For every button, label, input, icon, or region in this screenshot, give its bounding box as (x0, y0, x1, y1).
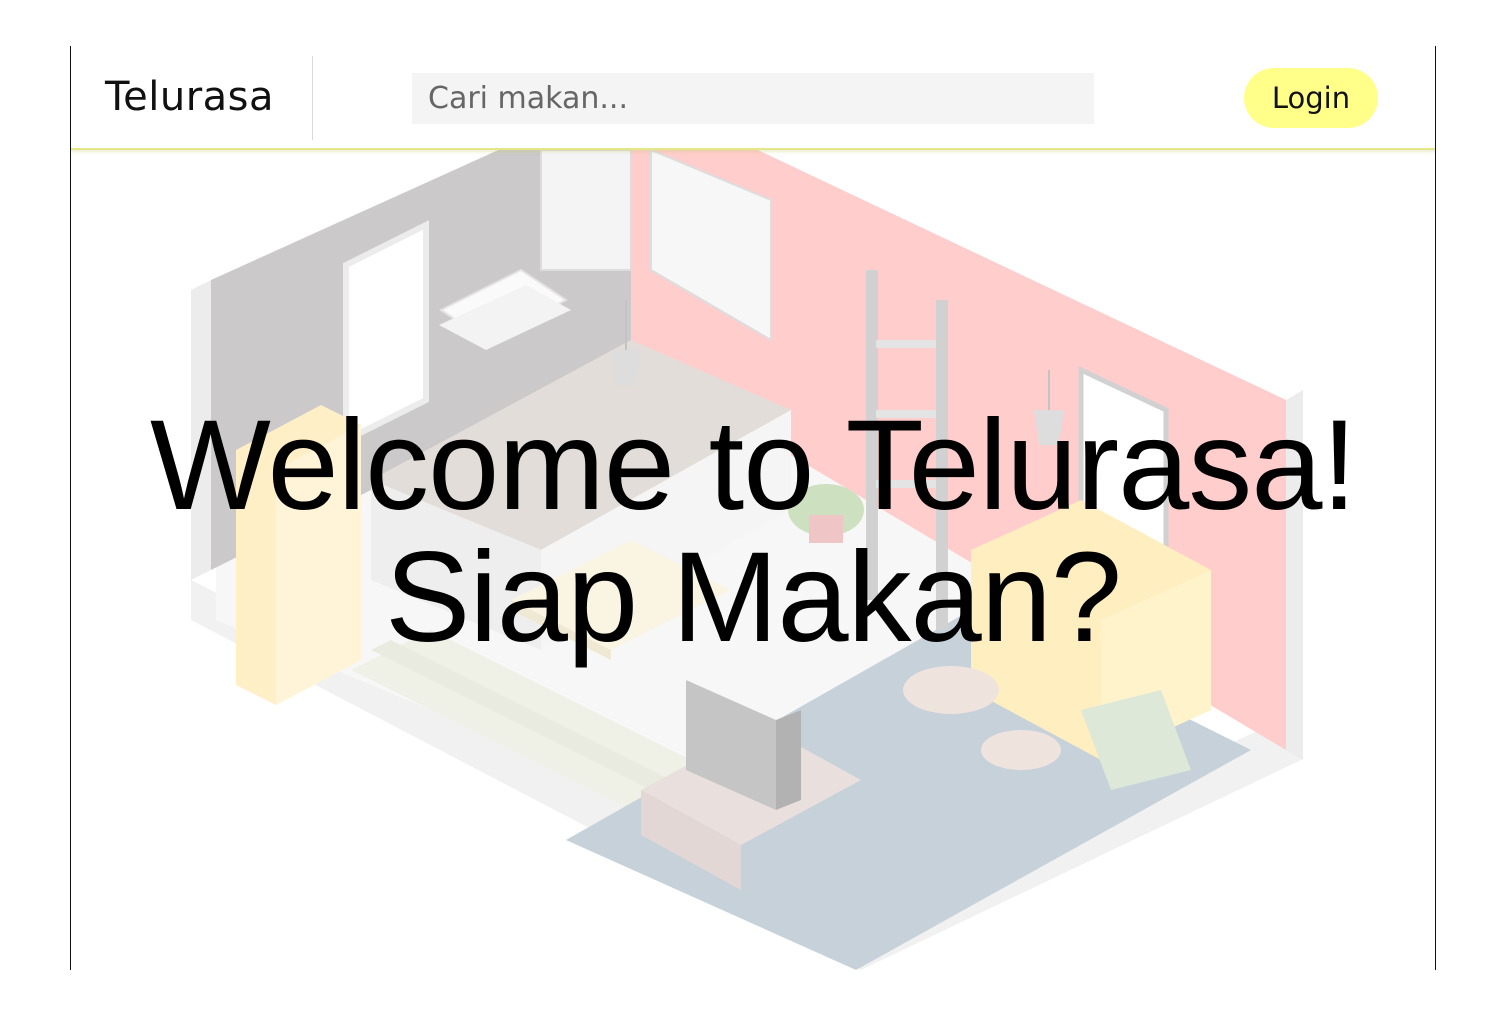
hero-title-line1: Welcome to Telurasa! (149, 394, 1357, 537)
hero-headline: Welcome to Telurasa! Siap Makan? (71, 400, 1435, 664)
navbar: Telurasa Login (71, 46, 1435, 150)
login-button[interactable]: Login (1244, 68, 1378, 128)
app-frame: Telurasa Login (70, 46, 1436, 970)
hero-section: Welcome to Telurasa! Siap Makan? (71, 150, 1435, 970)
navbar-divider (312, 56, 313, 140)
hero-title-line2: Siap Makan? (384, 526, 1122, 669)
brand-logo[interactable]: Telurasa (105, 74, 274, 120)
search-input[interactable] (412, 73, 1094, 124)
